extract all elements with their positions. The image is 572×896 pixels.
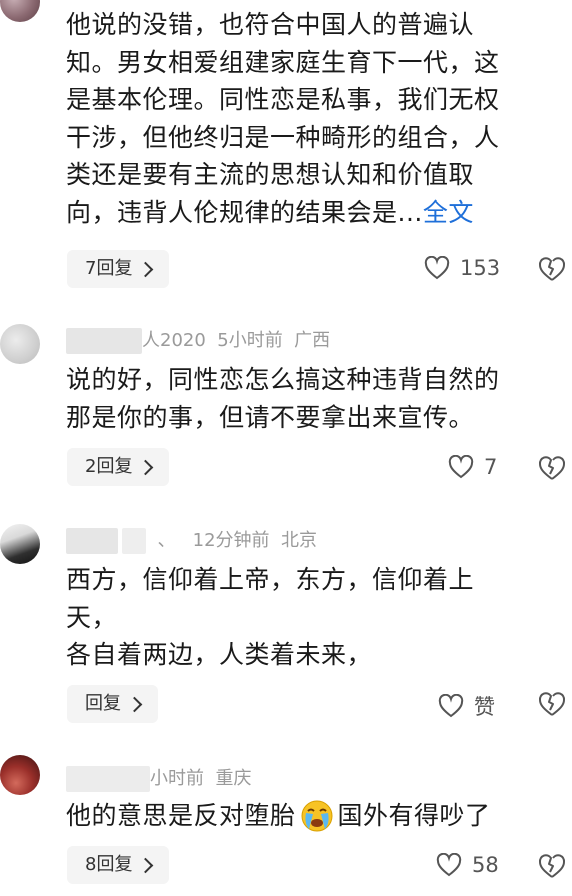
blurred-username xyxy=(122,528,146,554)
reply-label: 8回复 xyxy=(85,854,133,875)
reply-button[interactable]: 回复 xyxy=(67,685,158,723)
heart-icon xyxy=(438,694,464,718)
timestamp: 小时前 xyxy=(150,768,204,789)
like-button[interactable]: 赞 xyxy=(438,691,495,721)
broken-heart-icon[interactable] xyxy=(538,455,566,483)
broken-heart-icon[interactable] xyxy=(538,256,566,284)
comment-line: 他说的没错，也符合中国人的普遍认 xyxy=(66,10,475,39)
avatar[interactable] xyxy=(0,524,40,564)
comment-line: 天， xyxy=(66,602,118,632)
location: 广西 xyxy=(294,330,331,351)
like-button[interactable]: 153 xyxy=(424,256,500,280)
like-count: 7 xyxy=(484,455,498,479)
comment-line: 向，违背人伦规律的结果会是...全文 xyxy=(66,194,556,232)
avatar[interactable] xyxy=(0,0,40,22)
heart-icon xyxy=(448,455,474,479)
heart-icon xyxy=(436,853,462,877)
comment-text: 说的好，同性恋怎么搞这种违背自然的 那是你的事，但请不要拿出来宣传。 xyxy=(66,361,556,436)
like-count: 赞 xyxy=(474,695,495,719)
username[interactable]: 、 xyxy=(157,530,175,551)
timestamp: 12分钟前 xyxy=(192,530,270,551)
avatar[interactable] xyxy=(0,324,40,364)
comment-line-text: 他的意思是反对堕胎 xyxy=(66,801,296,830)
comment-line-text: 国外有得吵了 xyxy=(337,801,491,830)
comment-line: 说的好，同性恋怎么搞这种违背自然的 xyxy=(66,365,500,394)
blurred-username xyxy=(66,328,142,354)
comment-text: 他的意思是反对堕胎 国外有得吵了 xyxy=(66,797,556,835)
location: 北京 xyxy=(280,530,317,551)
expand-full-text-link[interactable]: 全文 xyxy=(423,198,474,227)
comment-line: 干涉，但他终归是一种畸形的组合，人 xyxy=(66,122,500,152)
comment-line: 那是你的事，但请不要拿出来宣传。 xyxy=(66,402,475,432)
like-button[interactable]: 7 xyxy=(448,455,497,479)
timestamp: 5小时前 xyxy=(217,330,283,351)
comment-meta: 小时前 重庆 xyxy=(66,764,251,792)
reply-label: 2回复 xyxy=(85,456,133,477)
comment-line: 是基本伦理。同性恋是私事，我们无权 xyxy=(66,85,500,114)
like-button[interactable]: 58 xyxy=(436,853,499,877)
comment-meta: 、 12分钟前 北京 xyxy=(66,526,317,554)
comment-line: 类还是要有主流的思想认知和价值取 xyxy=(66,160,475,189)
location: 重庆 xyxy=(215,768,252,789)
comment-line: 西方，信仰着上帝，东方，信仰着上 xyxy=(66,565,475,594)
comment-meta: 人2020 5小时前 广西 xyxy=(66,326,330,354)
reply-button[interactable]: 8回复 xyxy=(67,846,170,884)
broken-heart-icon[interactable] xyxy=(538,691,566,719)
comment-text: 西方，信仰着上帝，东方，信仰着上 天， 各自着两边，人类着未来， xyxy=(66,561,556,674)
blurred-username xyxy=(66,766,150,792)
avatar[interactable] xyxy=(0,755,40,795)
crying-face-emoji xyxy=(300,799,334,833)
chevron-right-icon xyxy=(138,261,154,277)
comment-line: 他的意思是反对堕胎 国外有得吵了 xyxy=(66,797,556,835)
chevron-right-icon xyxy=(138,857,154,873)
username[interactable]: 人2020 xyxy=(142,330,206,351)
reply-label: 7回复 xyxy=(85,258,133,279)
comment-line: 各自着两边，人类着未来， xyxy=(66,640,373,669)
chevron-right-icon xyxy=(138,459,154,475)
like-count: 58 xyxy=(472,853,499,877)
heart-icon xyxy=(424,256,450,280)
comment-text: 他说的没错，也符合中国人的普遍认 知。男女相爱组建家庭生育下一代，这 是基本伦理… xyxy=(66,6,556,231)
reply-button[interactable]: 7回复 xyxy=(67,250,170,288)
chevron-right-icon xyxy=(126,696,143,712)
blurred-username xyxy=(66,528,118,554)
comment-line-text: 向，违背人伦规律的结果会是... xyxy=(66,197,423,227)
like-count: 153 xyxy=(460,256,501,280)
comment-line: 知。男女相爱组建家庭生育下一代，这 xyxy=(66,47,500,77)
reply-button[interactable]: 2回复 xyxy=(67,448,170,486)
reply-label: 回复 xyxy=(85,693,121,714)
broken-heart-icon[interactable] xyxy=(538,853,566,881)
